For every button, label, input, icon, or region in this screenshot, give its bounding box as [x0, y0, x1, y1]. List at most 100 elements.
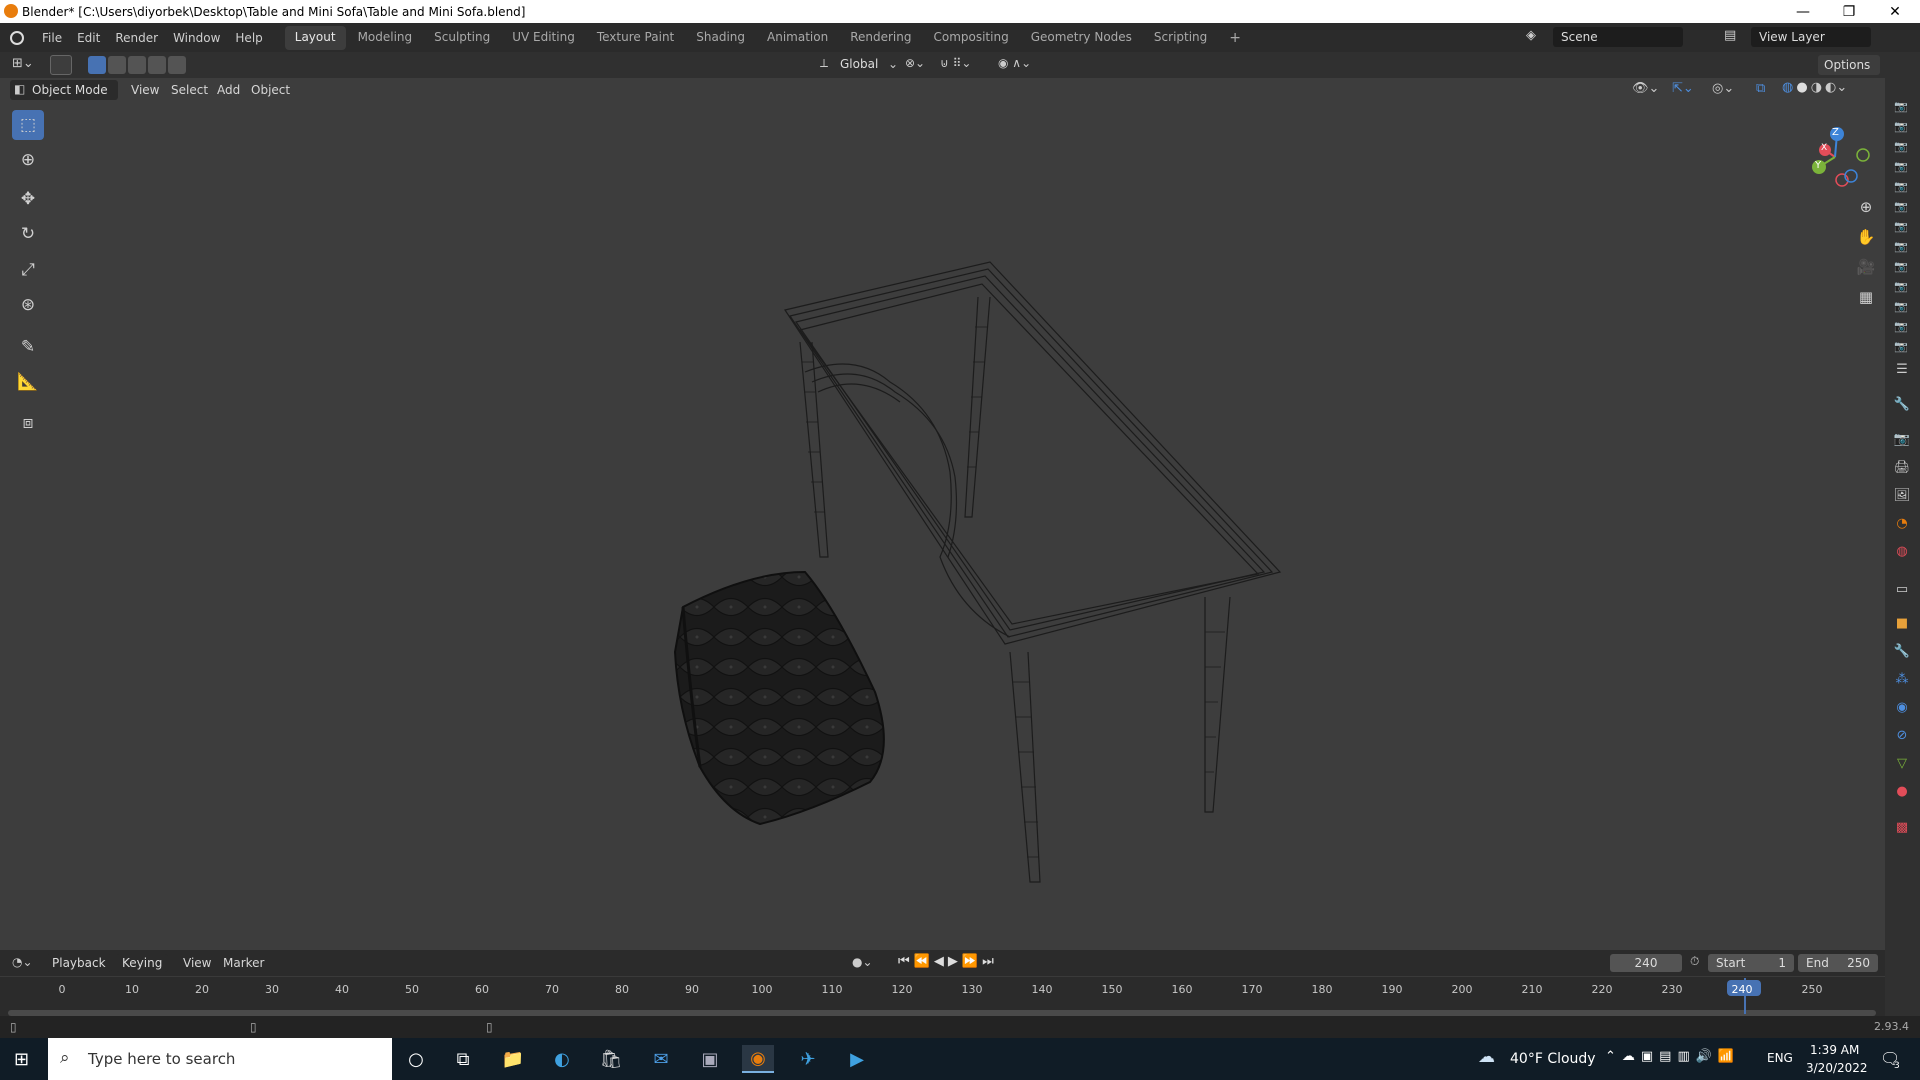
viewport-3d[interactable]: Z Y X — [0, 52, 1885, 950]
camera-icon[interactable]: 📷 — [1894, 140, 1908, 153]
close-button[interactable]: ✕ — [1872, 0, 1918, 23]
select-tool-icon[interactable]: ⬚ — [12, 110, 44, 140]
pivot-point-icon[interactable]: ⊗⌄ — [905, 56, 925, 70]
tab-rendering[interactable]: Rendering — [840, 26, 921, 50]
wireframe-shading-icon[interactable]: ◍ — [1782, 80, 1793, 95]
solid-shading-icon[interactable]: ● — [1796, 80, 1807, 95]
system-tray-icons[interactable]: ⌃☁▣▤▥🔊📶 — [1605, 1049, 1740, 1064]
cursor-tool-icon[interactable]: ⊕ — [12, 145, 44, 175]
windows-start-icon[interactable]: ⊞ — [14, 1049, 29, 1070]
tab-compositing[interactable]: Compositing — [923, 26, 1018, 50]
cortana-icon[interactable]: ○ — [400, 1045, 432, 1073]
record-icon[interactable]: ●⌄ — [852, 955, 873, 969]
camera-icon[interactable]: 📷 — [1894, 300, 1908, 313]
menu-select[interactable]: Select — [171, 83, 208, 97]
camera-icon[interactable]: 📷 — [1894, 200, 1908, 213]
start-frame-field[interactable]: Start 1 — [1708, 954, 1794, 972]
menu-view[interactable]: View — [131, 83, 159, 97]
material-properties-icon[interactable]: ● — [1893, 782, 1911, 800]
table-wireframe[interactable] — [784, 261, 1282, 883]
scene-properties-icon[interactable]: ◔ — [1893, 514, 1911, 532]
menu-render[interactable]: Render — [115, 31, 158, 45]
mode-selector[interactable]: Object Mode — [10, 80, 118, 100]
file-explorer-icon[interactable]: 📁 — [497, 1045, 529, 1073]
add-cube-tool-icon[interactable]: ⧈ — [12, 408, 44, 438]
menu-marker[interactable]: Marker — [223, 956, 264, 970]
blender-menu-icon[interactable] — [10, 30, 24, 45]
media-player-icon[interactable]: ▶ — [841, 1045, 873, 1073]
camera-icon[interactable]: 📷 — [1894, 240, 1908, 253]
rendered-shading-icon[interactable]: ◐⌄ — [1825, 80, 1847, 95]
visibility-icon[interactable]: 👁⌄ — [1632, 81, 1659, 96]
measure-tool-icon[interactable]: 📐 — [12, 367, 44, 397]
camera-icon[interactable]: 📷 — [1894, 180, 1908, 193]
timeline-editor-type-icon[interactable]: ◔⌄ — [12, 955, 33, 969]
scale-tool-icon[interactable]: ⤢ — [12, 255, 44, 285]
menu-file[interactable]: File — [42, 31, 62, 45]
search-box[interactable]: Type here to search — [48, 1038, 392, 1080]
perspective-toggle-icon[interactable]: ▦ — [1854, 285, 1878, 309]
gizmo-toggle-icon[interactable]: ⇱⌄ — [1672, 81, 1694, 96]
mode-new-icon[interactable] — [88, 56, 106, 74]
photos-app-icon[interactable]: ▣ — [694, 1045, 726, 1073]
minimize-button[interactable]: — — [1780, 0, 1826, 23]
clock-icon[interactable]: ⏱ — [1690, 954, 1699, 969]
camera-view-icon[interactable]: 🎥 — [1854, 255, 1878, 279]
overlay-icon[interactable]: ◎⌄ — [1712, 81, 1734, 96]
physics-properties-icon[interactable]: ◉ — [1893, 698, 1911, 716]
object-properties-icon[interactable]: ■ — [1893, 614, 1911, 632]
mode-extend-icon[interactable] — [108, 56, 126, 74]
menu-help[interactable]: Help — [235, 31, 262, 45]
tab-scripting[interactable]: Scripting — [1144, 26, 1217, 50]
weather-label[interactable]: 40°F Cloudy — [1510, 1051, 1596, 1067]
xray-icon[interactable]: ⧉ — [1756, 81, 1765, 96]
move-tool-icon[interactable]: ✥ — [12, 184, 44, 214]
clock-time[interactable]: 1:39 AM — [1810, 1043, 1859, 1057]
edge-browser-icon[interactable]: ◐ — [546, 1045, 578, 1073]
tab-texture-paint[interactable]: Texture Paint — [587, 26, 684, 50]
camera-icon[interactable]: 📷 — [1894, 260, 1908, 273]
view-layer-icon[interactable]: ▤ — [1724, 28, 1736, 43]
store-icon[interactable]: 🛍 — [595, 1045, 627, 1073]
proportional-edit-icon[interactable]: ◉ ∧⌄ — [998, 56, 1031, 70]
tab-animation[interactable]: Animation — [757, 26, 838, 50]
mode-intersect-icon[interactable] — [168, 56, 186, 74]
tab-sculpting[interactable]: Sculpting — [424, 26, 500, 50]
camera-icon[interactable]: 📷 — [1894, 280, 1908, 293]
mode-invert-icon[interactable] — [148, 56, 166, 74]
menu-add[interactable]: Add — [217, 83, 240, 97]
menu-edit[interactable]: Edit — [77, 31, 100, 45]
world-properties-icon[interactable]: ◍ — [1893, 542, 1911, 560]
tab-layout[interactable]: Layout — [284, 25, 346, 50]
material-shading-icon[interactable]: ◑ — [1811, 80, 1822, 95]
current-frame-field[interactable]: 240 — [1610, 954, 1682, 972]
options-dropdown[interactable]: Options — [1818, 55, 1880, 75]
camera-icon[interactable]: 📷 — [1894, 160, 1908, 173]
menu-keying[interactable]: Keying — [116, 954, 169, 972]
rotate-tool-icon[interactable]: ↻ — [12, 219, 44, 249]
output-properties-icon[interactable]: 🖨 — [1893, 458, 1911, 476]
camera-icon[interactable]: 📷 — [1894, 220, 1908, 233]
menu-playback[interactable]: Playback — [46, 954, 112, 972]
collection-properties-icon[interactable]: ▭ — [1893, 580, 1911, 598]
pan-hand-icon[interactable]: ✋ — [1854, 225, 1878, 249]
properties-editor-icon[interactable]: ☰ — [1893, 360, 1911, 378]
tool-properties-icon[interactable]: 🔧 — [1893, 395, 1911, 413]
camera-icon[interactable]: 📷 — [1894, 320, 1908, 333]
snap-icon[interactable]: ⊍ ⠿⌄ — [940, 56, 971, 70]
transform-tool-icon[interactable]: ⊛ — [12, 290, 44, 320]
view-layer-properties-icon[interactable]: 🖼 — [1893, 486, 1911, 504]
playback-controls[interactable]: ⏮⏪◀▶⏩⏭ — [898, 954, 998, 969]
tab-modeling[interactable]: Modeling — [348, 26, 423, 50]
weather-cloud-icon[interactable]: ☁ — [1478, 1047, 1495, 1067]
view-layer-selector[interactable]: View Layer — [1751, 27, 1871, 47]
scene-icon[interactable]: ◈ — [1526, 28, 1546, 46]
language-indicator[interactable]: ENG — [1767, 1051, 1793, 1065]
camera-icon[interactable]: 📷 — [1894, 100, 1908, 113]
tab-shading[interactable]: Shading — [686, 26, 755, 50]
select-box-icon[interactable] — [50, 55, 72, 75]
modifier-properties-icon[interactable]: 🔧 — [1893, 642, 1911, 660]
texture-properties-icon[interactable]: ▩ — [1893, 818, 1911, 836]
end-frame-field[interactable]: End 250 — [1798, 954, 1878, 972]
add-workspace-icon[interactable]: + — [1219, 26, 1251, 50]
